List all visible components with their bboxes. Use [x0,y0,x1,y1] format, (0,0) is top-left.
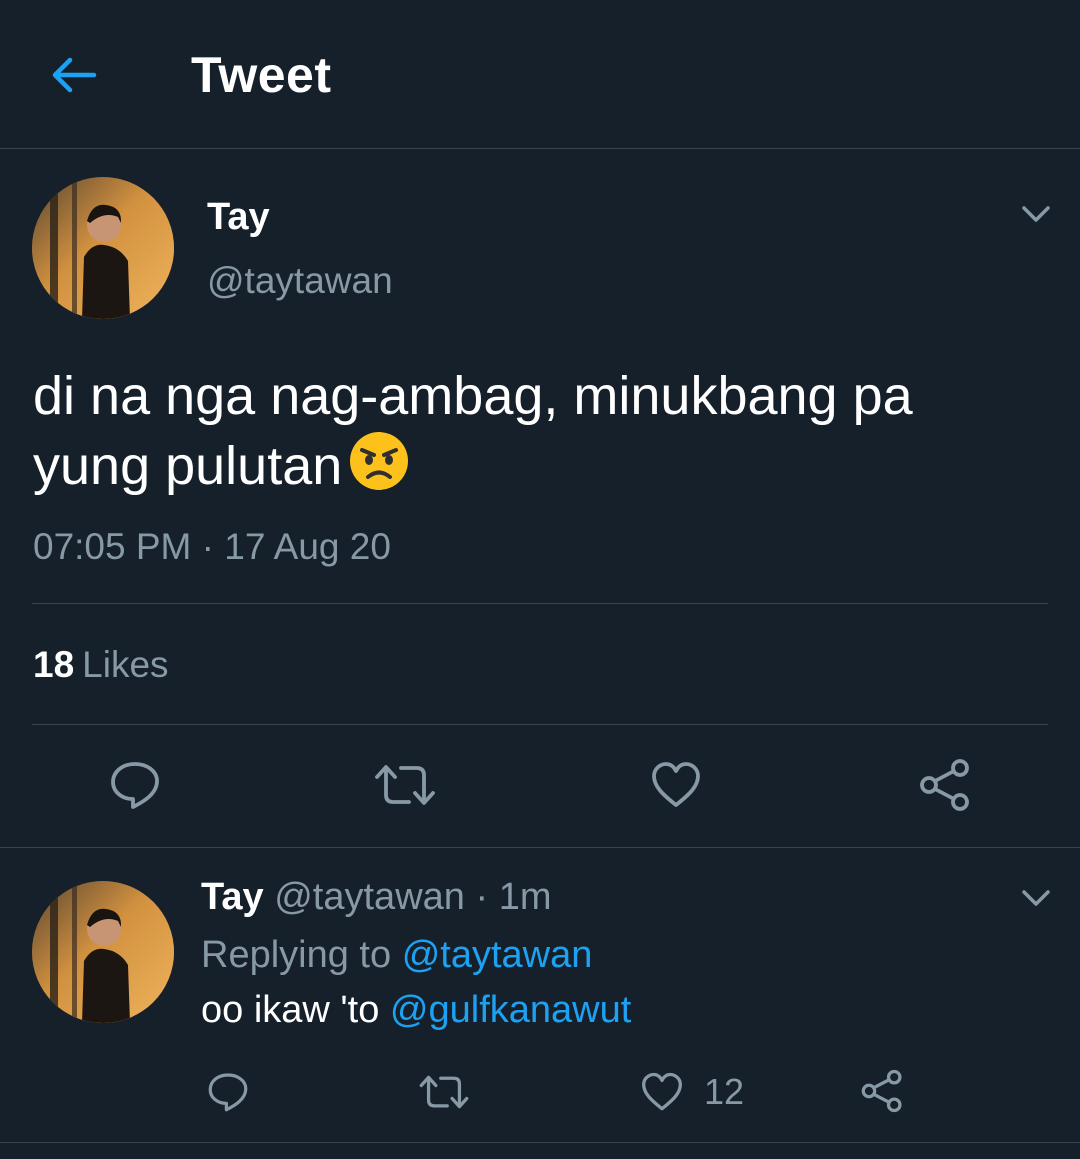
retweet-icon [419,1075,469,1109]
tweet-text: di na nga nag-ambag, minukbang pa yung p… [33,362,1043,500]
reply-time: 1m [498,876,552,918]
retweet-icon [375,765,435,805]
back-arrow-icon [52,57,97,93]
reply-like-button[interactable] [637,1068,687,1116]
mention-link[interactable]: @gulfkanawut [390,989,631,1031]
retweet-button[interactable] [370,757,440,813]
likes-label: Likes [82,644,169,685]
reply-button[interactable] [104,757,166,813]
reply-text: oo ikaw 'to @gulfkanawut [201,989,631,1032]
like-button[interactable] [645,757,707,813]
reply-author-name[interactable]: Tay [201,876,264,918]
reply-header: Tay @taytawan · 1m [201,876,551,919]
replying-to: Replying to @taytawan [201,934,592,977]
share-icon [861,1069,902,1113]
back-button[interactable] [44,48,104,102]
share-icon [920,759,969,811]
chevron-down-icon [1022,890,1050,906]
section-divider [0,1142,1080,1143]
reply-avatar[interactable] [32,881,174,1023]
share-button[interactable] [914,755,976,815]
divider [32,724,1048,725]
likes-count: 18 [33,644,75,685]
divider [32,603,1048,604]
reply-like-count: 12 [704,1071,745,1112]
avatar[interactable] [32,177,174,319]
reply-icon [208,1073,248,1112]
top-app-bar: Tweet [0,0,1080,149]
likes-summary[interactable]: 18 Likes [33,644,169,686]
author-name[interactable]: Tay [207,196,270,239]
tweet-timestamp: 07:05 PM · 17 Aug 20 [33,526,391,567]
reply-author-handle[interactable]: @taytawan [274,876,465,918]
tweet-text-content: di na nga nag-ambag, minukbang pa yung p… [33,366,913,496]
heart-icon [652,762,700,807]
angry-face-emoji [350,432,409,490]
reply-share-button[interactable] [857,1066,907,1116]
author-handle[interactable]: @taytawan [207,260,393,302]
section-divider [0,847,1080,848]
reply-reply-button[interactable] [203,1068,253,1116]
page-title: Tweet [191,47,332,103]
chevron-down-icon [1022,206,1050,222]
reply-retweet-button[interactable] [416,1068,472,1116]
replying-to-label: Replying to [201,934,392,976]
tweet-menu-button[interactable] [1014,192,1058,236]
reply-icon [111,762,159,809]
reply-separator: · [475,876,489,918]
reply-text-content: oo ikaw 'to [201,989,380,1031]
replying-to-handle-link[interactable]: @taytawan [402,934,593,976]
reply-menu-button[interactable] [1014,876,1058,920]
heart-icon [642,1072,682,1111]
